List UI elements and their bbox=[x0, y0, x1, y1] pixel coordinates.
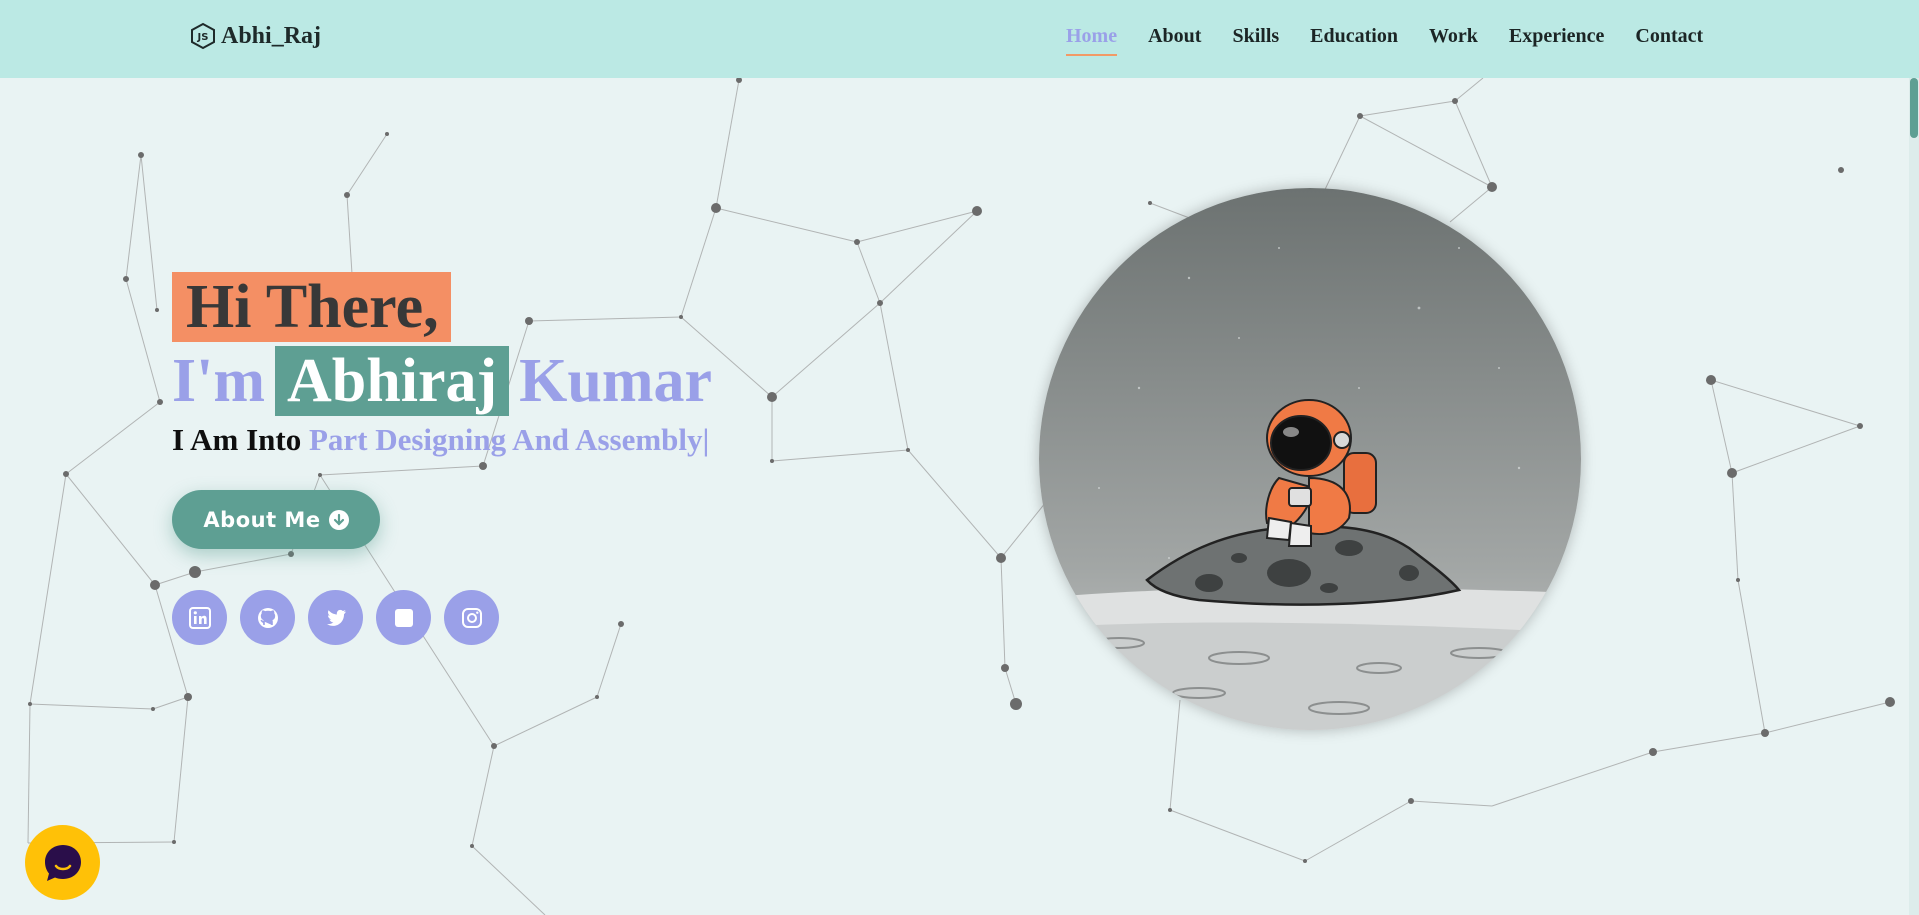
page-scrollbar[interactable] bbox=[1909, 78, 1919, 915]
site-header: JS Abhi_Raj Home About Skills Education … bbox=[0, 0, 1919, 78]
hero-image-astronaut bbox=[1039, 188, 1581, 730]
about-me-label: About Me bbox=[203, 507, 321, 532]
scrollbar-thumb[interactable] bbox=[1910, 78, 1918, 138]
main-nav: Home About Skills Education Work Experie… bbox=[1066, 25, 1734, 56]
tagline-typed-text: Part Designing And Assembly| bbox=[308, 422, 710, 457]
hero-first-name: Abhiraj bbox=[275, 346, 510, 416]
hero-im-prefix: I'm bbox=[172, 347, 265, 415]
nodejs-icon: JS bbox=[191, 22, 215, 50]
nav-home[interactable]: Home bbox=[1066, 25, 1118, 56]
twitter-icon[interactable] bbox=[308, 590, 363, 645]
github-icon[interactable] bbox=[240, 590, 295, 645]
social-links bbox=[172, 590, 499, 645]
hero-name-line: I'm Abhiraj Kumar bbox=[172, 346, 712, 416]
linkedin-icon[interactable] bbox=[172, 590, 227, 645]
logo-text: Abhi_Raj bbox=[221, 22, 322, 49]
nav-skills[interactable]: Skills bbox=[1232, 25, 1279, 56]
square-icon[interactable] bbox=[376, 590, 431, 645]
nav-experience[interactable]: Experience bbox=[1509, 25, 1605, 56]
hero-last-name: Kumar bbox=[519, 347, 713, 415]
hero-text: Hi There, I'm Abhiraj Kumar I Am Into Part… bbox=[172, 272, 712, 458]
nav-work[interactable]: Work bbox=[1429, 25, 1478, 56]
nav-education[interactable]: Education bbox=[1310, 25, 1398, 56]
svg-text:JS: JS bbox=[197, 32, 209, 43]
nav-about[interactable]: About bbox=[1148, 25, 1201, 56]
tagline-prefix: I Am Into bbox=[172, 422, 302, 457]
nav-contact[interactable]: Contact bbox=[1635, 25, 1703, 56]
hero-tagline: I Am Into Part Designing And Assembly| bbox=[172, 422, 712, 458]
arrow-circle-down-icon bbox=[328, 509, 349, 530]
about-me-button[interactable]: About Me bbox=[172, 490, 380, 549]
instagram-icon[interactable] bbox=[444, 590, 499, 645]
hero-greeting: Hi There, bbox=[172, 272, 451, 342]
chat-bubble-icon[interactable] bbox=[25, 825, 100, 900]
logo[interactable]: JS Abhi_Raj bbox=[189, 22, 321, 50]
